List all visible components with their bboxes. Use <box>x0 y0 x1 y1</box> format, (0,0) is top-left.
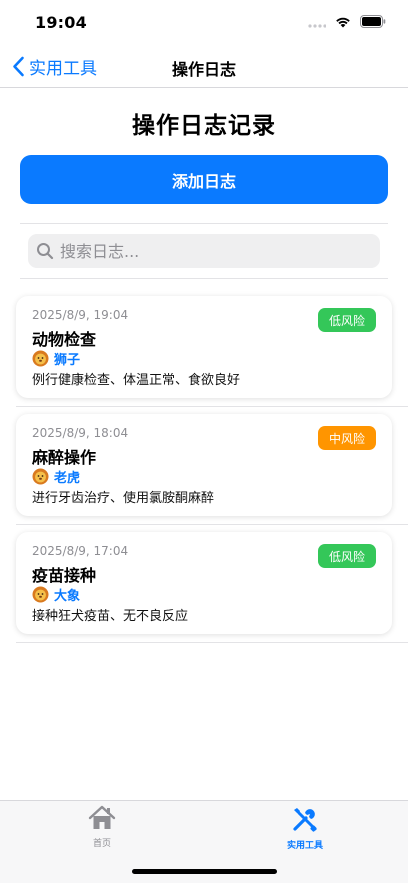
row-divider <box>16 642 408 643</box>
search-icon <box>37 243 54 260</box>
row-divider <box>16 406 408 407</box>
log-description: 例行健康检查、体温正常、食欲良好 <box>32 373 241 388</box>
log-time: 2025/8/9, 18:04 <box>32 426 129 440</box>
log-card[interactable]: 2025/8/9, 18:04 麻醉操作 老虎 进行牙齿治疗、使用氯胺酮麻醉 中… <box>16 414 392 516</box>
add-log-button[interactable]: 添加日志 <box>20 155 388 204</box>
row-divider <box>16 524 408 525</box>
divider <box>20 278 388 279</box>
status-bar: 19:04 <box>0 0 408 44</box>
log-title: 疫苗接种 <box>32 566 97 585</box>
lion-emoji-icon <box>32 586 49 603</box>
tools-icon <box>293 808 317 832</box>
search-bar[interactable] <box>28 234 380 268</box>
signal-icon <box>308 23 326 28</box>
battery-icon <box>360 15 386 28</box>
lion-emoji-icon <box>32 350 49 367</box>
log-animal: 狮子 <box>32 349 80 368</box>
home-indicator <box>132 869 277 874</box>
log-card[interactable]: 2025/8/9, 19:04 动物检查 狮子 例行健康检查、体温正常、食欲良好… <box>16 296 392 398</box>
log-card[interactable]: 2025/8/9, 17:04 疫苗接种 大象 接种狂犬疫苗、无不良反应 低风险 <box>16 532 392 634</box>
tab-home-label: 首页 <box>92 839 111 849</box>
log-title: 麻醉操作 <box>32 448 97 467</box>
search-input[interactable] <box>60 241 360 261</box>
log-description: 进行牙齿治疗、使用氯胺酮麻醉 <box>32 491 215 506</box>
log-animal-name: 老虎 <box>54 471 81 486</box>
tab-tools[interactable]: 实用工具 <box>265 805 345 851</box>
tab-tools-label: 实用工具 <box>286 841 323 851</box>
log-animal-name: 狮子 <box>54 353 81 368</box>
divider <box>20 223 388 224</box>
log-time: 2025/8/9, 17:04 <box>32 544 129 558</box>
log-animal: 老虎 <box>32 467 80 486</box>
navigation-bar: 实用工具 操作日志 <box>0 44 408 88</box>
wifi-icon <box>336 17 350 27</box>
log-animal: 大象 <box>32 585 80 604</box>
risk-badge: 低风险 <box>317 308 376 332</box>
status-time: 19:04 <box>35 13 87 32</box>
log-title: 动物检查 <box>32 330 97 349</box>
screen: 19:04 实用工具 操作日志 操作日志记录 添加日志 搜索日志... 2025… <box>0 0 408 883</box>
log-time: 2025/8/9, 19:04 <box>32 308 129 322</box>
log-description: 接种狂犬疫苗、无不良反应 <box>32 609 189 624</box>
risk-badge: 低风险 <box>317 544 376 568</box>
log-animal-name: 大象 <box>54 589 81 604</box>
risk-badge: 中风险 <box>317 426 376 450</box>
page-title: 操作日志记录 <box>132 113 276 139</box>
status-indicators <box>308 15 386 28</box>
house-icon <box>88 805 116 829</box>
tab-home[interactable]: 首页 <box>62 805 142 849</box>
lion-emoji-icon <box>32 468 49 485</box>
nav-title: 操作日志 <box>171 60 236 79</box>
